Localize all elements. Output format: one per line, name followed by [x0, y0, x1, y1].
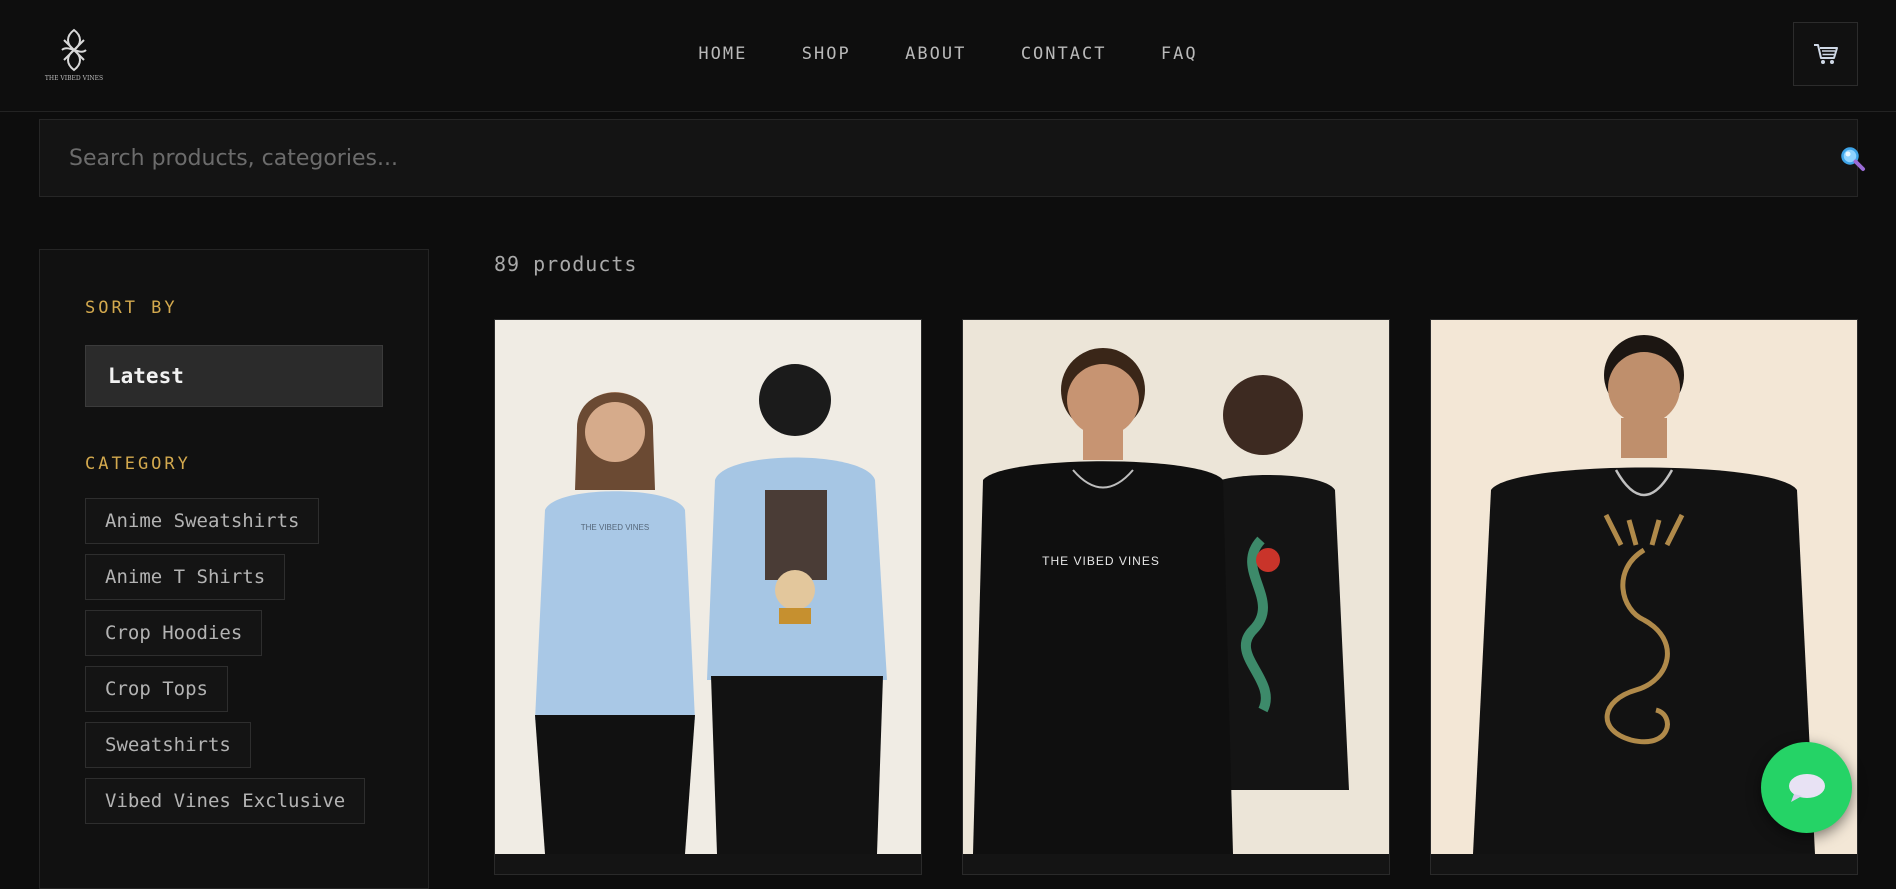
- logo-text: THE VIBED VINES: [45, 75, 103, 82]
- chat-button[interactable]: [1761, 742, 1852, 833]
- product-count: 89 products: [494, 252, 638, 276]
- category-vibed-vines-exclusive[interactable]: Vibed Vines Exclusive: [85, 778, 366, 824]
- nav-about[interactable]: ABOUT: [905, 44, 966, 64]
- category-title: CATEGORY: [85, 454, 191, 474]
- product-image[interactable]: THE VIBED VINES: [963, 320, 1389, 854]
- filter-sidebar: SORT BY Latest CATEGORY Anime Sweatshirt…: [39, 249, 429, 889]
- main-nav: HOME SHOP ABOUT CONTACT FAQ: [0, 44, 1896, 64]
- category-crop-tops[interactable]: Crop Tops: [85, 666, 228, 712]
- product-card[interactable]: THE VIBED VINES: [962, 319, 1390, 875]
- shopping-cart-icon: [1813, 44, 1838, 64]
- category-list: Anime Sweatshirts Anime T Shirts Crop Ho…: [85, 498, 366, 834]
- category-sweatshirts[interactable]: Sweatshirts: [85, 722, 251, 768]
- magnifier-icon[interactable]: [1840, 146, 1866, 172]
- product-card[interactable]: THE VIBED VINES: [494, 319, 922, 875]
- sort-by-title: SORT BY: [85, 298, 178, 318]
- nav-contact[interactable]: CONTACT: [1021, 44, 1107, 64]
- chat-bubble-icon: [1788, 773, 1825, 802]
- category-anime-sweatshirts[interactable]: Anime Sweatshirts: [85, 498, 320, 544]
- product-image[interactable]: THE VIBED VINES: [495, 320, 921, 854]
- site-header: THE VIBED VINES HOME SHOP ABOUT CONTACT …: [0, 0, 1896, 112]
- search-input[interactable]: [40, 120, 1780, 196]
- search-bar: [39, 119, 1865, 197]
- cart-button[interactable]: [1793, 22, 1858, 86]
- nav-faq[interactable]: FAQ: [1161, 44, 1198, 64]
- nav-home[interactable]: HOME: [698, 44, 747, 64]
- category-crop-hoodies[interactable]: Crop Hoodies: [85, 610, 263, 656]
- category-anime-t-shirts[interactable]: Anime T Shirts: [85, 554, 286, 600]
- nav-shop[interactable]: SHOP: [802, 44, 851, 64]
- sort-select[interactable]: Latest: [85, 345, 383, 407]
- product-print-text: THE VIBED VINES: [1042, 554, 1160, 568]
- product-print-text: THE VIBED VINES: [581, 523, 649, 532]
